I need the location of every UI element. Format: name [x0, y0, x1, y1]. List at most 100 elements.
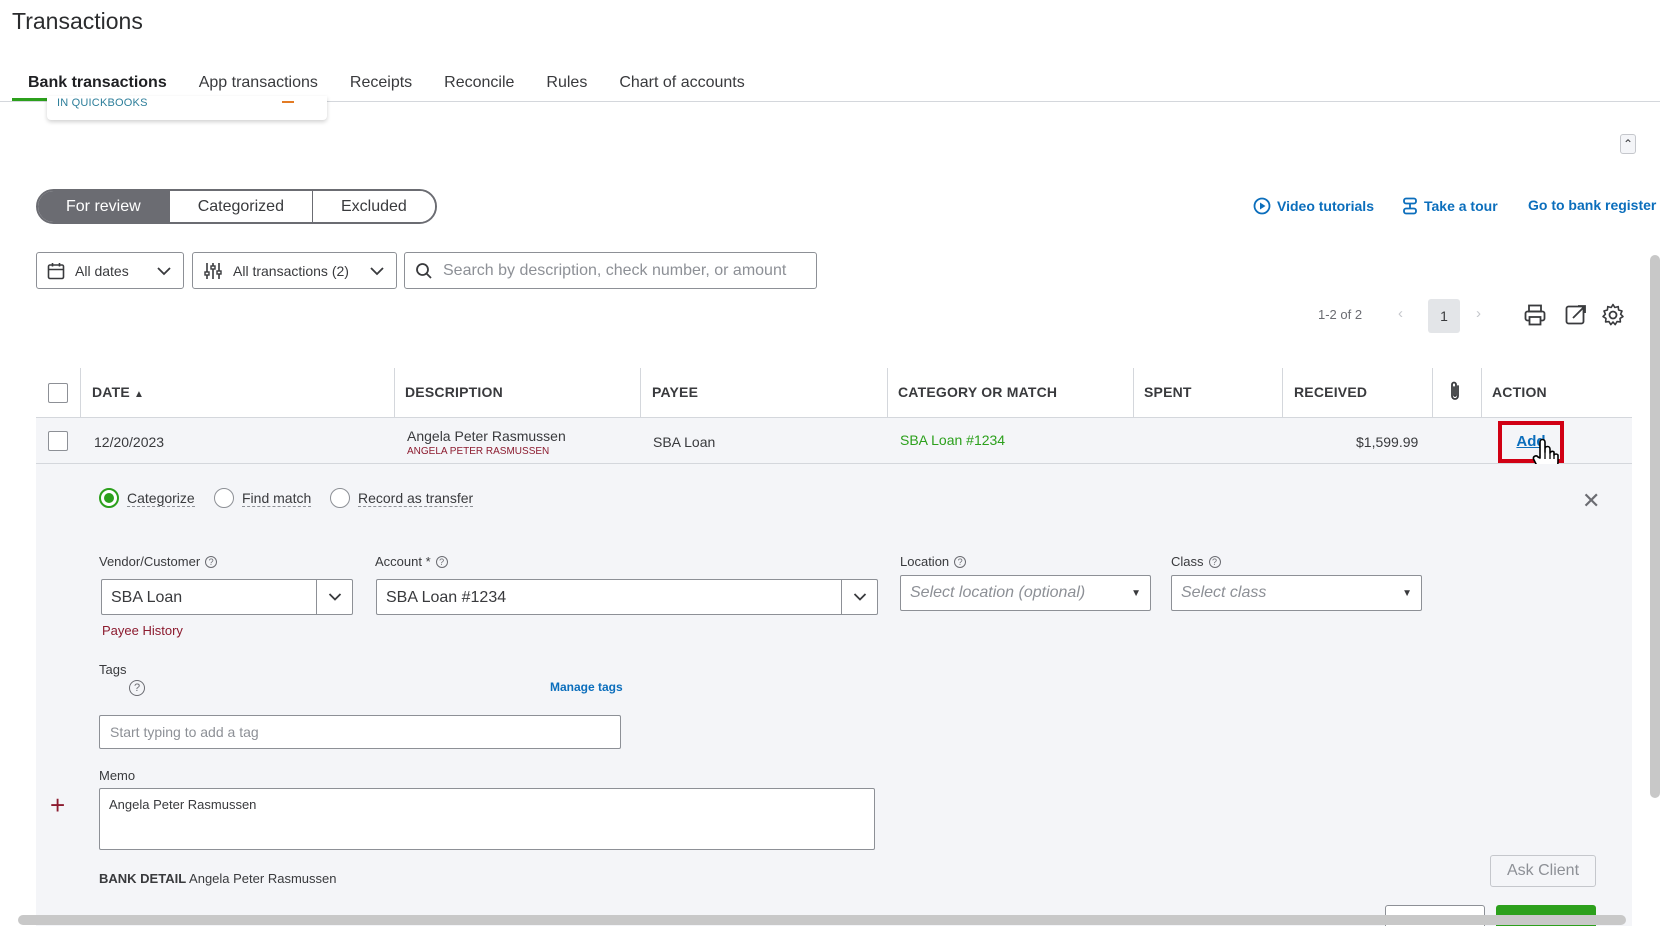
current-page-button[interactable]: 1 [1428, 299, 1460, 333]
transaction-detail-panel [36, 464, 1632, 926]
row-description: Angela Peter Rasmussen [407, 428, 566, 444]
account-label-row: Account * ? [375, 554, 448, 569]
find-match-radio[interactable]: Find match [214, 488, 312, 508]
row-description-bank: ANGELA PETER RASMUSSEN [407, 446, 550, 457]
date-header-label: DATE [92, 384, 130, 400]
vendor-customer-field[interactable]: SBA Loan [101, 579, 353, 615]
radio-unchecked [214, 488, 234, 508]
page-title: Transactions [12, 8, 143, 34]
memo-label: Memo [99, 768, 136, 783]
video-tutorials-label: Video tutorials [1277, 198, 1374, 214]
bank-detail-label: BANK DETAIL [99, 871, 187, 886]
help-icon[interactable]: ? [435, 555, 448, 568]
chevron-down-icon [370, 266, 384, 275]
tags-input[interactable] [99, 715, 621, 749]
manage-tags-link[interactable]: Manage tags [550, 680, 623, 694]
tour-icon [1403, 197, 1417, 215]
bank-register-link[interactable]: Go to bank register [1528, 197, 1656, 213]
table-header [36, 368, 1632, 418]
chevron-down-icon [328, 593, 341, 601]
received-column-header[interactable]: RECEIVED [1294, 384, 1367, 400]
account-value: SBA Loan #1234 [386, 589, 507, 606]
take-a-tour-link[interactable]: Take a tour [1402, 197, 1498, 215]
row-payee: SBA Loan [653, 434, 716, 450]
play-circle-icon [1253, 197, 1271, 215]
record-as-transfer-label: Record as transfer [358, 489, 474, 507]
payee-history-link[interactable]: Payee History [102, 623, 183, 638]
row-category-match[interactable]: SBA Loan #1234 [900, 432, 1005, 448]
previous-page-button[interactable]: ‹ [1398, 305, 1403, 322]
bank-detail-value: Angela Peter Rasmussen [189, 871, 337, 886]
for-review-button[interactable]: For review [38, 191, 170, 222]
search-input[interactable] [443, 261, 803, 280]
category-column-header[interactable]: CATEGORY OR MATCH [898, 384, 1057, 400]
find-match-label: Find match [242, 489, 312, 507]
close-icon[interactable]: ✕ [1582, 488, 1600, 514]
account-field[interactable]: SBA Loan #1234 [376, 579, 878, 615]
video-tutorials-link[interactable]: Video tutorials [1253, 197, 1374, 215]
location-label-row: Location ? [900, 554, 967, 569]
review-status-toggle: For review Categorized Excluded [36, 189, 437, 224]
calendar-icon [47, 262, 65, 279]
account-card-label: IN QUICKBOOKS [57, 97, 148, 109]
plus-icon[interactable]: + [50, 790, 65, 821]
bank-register-label: Go to bank register [1528, 197, 1657, 213]
transactions-filter-dropdown[interactable]: All transactions (2) [192, 252, 397, 289]
gear-icon[interactable] [1601, 303, 1625, 327]
print-icon[interactable] [1523, 303, 1547, 327]
account-card-indicator [282, 101, 294, 103]
payee-column-header[interactable]: PAYEE [652, 384, 698, 400]
class-placeholder: Select class [1181, 584, 1267, 601]
class-label: Class [1171, 554, 1204, 569]
help-icon[interactable]: ? [129, 680, 145, 696]
search-box [404, 252, 817, 289]
spent-column-header[interactable]: SPENT [1144, 384, 1192, 400]
chevron-down-icon [157, 266, 171, 275]
help-icon[interactable]: ? [1208, 555, 1221, 568]
location-select[interactable]: Select location (optional) ▼ [900, 575, 1151, 611]
help-icon[interactable]: ? [205, 555, 218, 568]
ask-client-button[interactable]: Ask Client [1490, 855, 1596, 887]
export-icon[interactable] [1564, 303, 1588, 327]
date-column-header[interactable]: DATE ▲ [92, 384, 144, 400]
tab-chart-of-accounts[interactable]: Chart of accounts [603, 66, 760, 102]
chevron-down-icon [853, 593, 866, 601]
row-received: $1,599.99 [1356, 434, 1419, 450]
vendor-label: Vendor/Customer [99, 554, 201, 569]
collapse-chevron-icon[interactable]: ⌃ [1620, 134, 1636, 154]
row-date: 12/20/2023 [94, 434, 165, 450]
sort-ascending-icon: ▲ [133, 389, 145, 400]
class-select[interactable]: Select class ▼ [1171, 575, 1422, 611]
categorize-radio[interactable]: Categorize [99, 488, 195, 508]
date-filter-dropdown[interactable]: All dates [36, 252, 184, 289]
memo-textarea[interactable]: Angela Peter Rasmussen [99, 788, 875, 850]
vendor-value: SBA Loan [111, 589, 183, 606]
select-all-checkbox[interactable] [48, 383, 68, 403]
search-icon [416, 262, 432, 279]
categorize-label: Categorize [127, 489, 195, 507]
take-a-tour-label: Take a tour [1424, 198, 1498, 214]
class-label-row: Class ? [1171, 554, 1221, 569]
next-page-button[interactable]: › [1476, 305, 1481, 322]
paperclip-icon [1451, 381, 1459, 400]
vendor-label-row: Vendor/Customer ? [99, 554, 218, 569]
record-as-transfer-radio[interactable]: Record as transfer [330, 488, 474, 508]
account-dropdown-toggle[interactable] [841, 580, 877, 614]
vertical-scrollbar[interactable] [1650, 255, 1660, 798]
location-label: Location [900, 554, 950, 569]
tab-receipts[interactable]: Receipts [334, 66, 428, 102]
filter-sliders-icon [204, 262, 222, 279]
row-checkbox[interactable] [48, 431, 68, 451]
tab-rules[interactable]: Rules [530, 66, 603, 102]
horizontal-scrollbar[interactable] [18, 915, 1626, 925]
vendor-dropdown-toggle[interactable] [316, 580, 352, 614]
tab-reconcile[interactable]: Reconcile [428, 66, 530, 102]
transactions-filter-label: All transactions (2) [233, 262, 349, 279]
date-filter-label: All dates [75, 262, 129, 279]
location-placeholder: Select location (optional) [910, 584, 1086, 601]
categorized-button[interactable]: Categorized [169, 191, 313, 222]
description-column-header[interactable]: DESCRIPTION [405, 384, 503, 400]
help-icon[interactable]: ? [954, 555, 967, 568]
caret-down-icon: ▼ [1402, 587, 1412, 599]
excluded-button[interactable]: Excluded [312, 191, 435, 222]
